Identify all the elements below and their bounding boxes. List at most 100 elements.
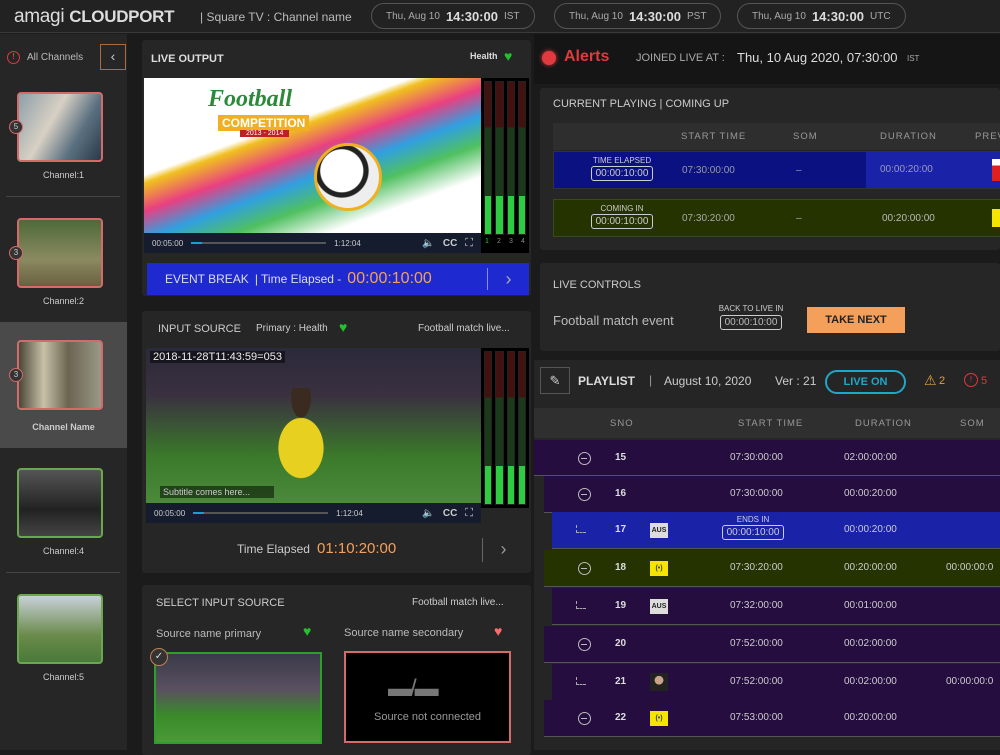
playlist-row[interactable]: 21 07:52:00:00 00:02:00:00 00:00:00:0	[552, 664, 1000, 701]
collapse-group-icon[interactable]	[578, 638, 591, 651]
row-sno: 21	[615, 676, 627, 687]
error-icon[interactable]: !	[964, 373, 978, 387]
input-video-player[interactable]: 2018-11-28T11:43:59=053 Subtitle comes h…	[146, 348, 481, 503]
column-header: START TIME	[738, 418, 804, 429]
video-overlay-years: 2013 - 2014	[240, 130, 290, 137]
collapse-group-icon[interactable]	[578, 562, 591, 575]
collapse-sidebar-button[interactable]: ‹	[100, 44, 126, 70]
preview-thumbnail	[992, 159, 1000, 181]
football-graphic	[314, 143, 382, 211]
alert-dot-icon	[542, 51, 556, 65]
live-on-toggle[interactable]: LIVE ON	[825, 370, 906, 394]
playlist-row[interactable]: 17 AUS ENDS IN 00:00:10:00 00:00:20:00	[552, 512, 1000, 549]
disconnected-plug-icon: ▬/▬	[388, 675, 439, 702]
seek-bar[interactable]	[193, 512, 329, 514]
column-header: PREV	[975, 131, 1000, 142]
column-header: START TIME	[681, 131, 747, 142]
clock-utc: Thu, Aug 10 14:30:00 UTC	[737, 3, 906, 29]
not-connected-text: Source not connected	[373, 711, 482, 723]
take-next-button[interactable]: TAKE NEXT	[807, 307, 905, 333]
joined-live-value: Thu, 10 Aug 2020, 07:30:00	[737, 50, 898, 65]
preview-thumbnail	[992, 209, 1000, 227]
channel-item-selected[interactable]: 3 Channel Name	[0, 322, 127, 448]
playlist-row[interactable]: 16 07:30:00:00 00:00:20:00	[544, 476, 1000, 513]
fullscreen-icon[interactable]: ⛶	[465, 507, 473, 520]
row-sno: 20	[615, 638, 627, 649]
row-duration: 02:00:00:00	[844, 452, 897, 463]
back-to-live: BACK TO LIVE IN 00:00:10:00	[718, 304, 784, 330]
cc-button[interactable]: CC	[443, 238, 457, 249]
secondary-source-thumbnail[interactable]: ▬/▬ Source not connected	[344, 651, 511, 743]
playlist-table-header: SNO START TIME DURATION SOM	[534, 408, 1000, 438]
health-heart-icon: ♥	[504, 48, 513, 64]
volume-icon[interactable]: 🔈	[422, 238, 434, 249]
collapse-group-icon[interactable]	[578, 712, 591, 725]
elapsed-label: | Time Elapsed -	[254, 272, 342, 286]
column-header: SNO	[610, 418, 634, 429]
seek-bar[interactable]	[191, 242, 327, 244]
player-figure	[256, 388, 346, 488]
current-playing-panel: CURRENT PLAYING | COMING UP START TIME S…	[540, 88, 1000, 250]
channel-item-1[interactable]: 5 Channel:1	[0, 82, 127, 208]
error-count: 5	[981, 375, 988, 387]
channel-item-4[interactable]: Channel:4	[0, 458, 127, 584]
duration-cell: 00:00:20:00	[866, 152, 1000, 188]
edit-pencil-button[interactable]: ✎	[540, 367, 570, 394]
elapsed-timer: 00:00:10:00	[347, 270, 432, 287]
volume-icon[interactable]: 🔈	[422, 508, 434, 519]
audio-meters	[481, 78, 529, 238]
panel-title: INPUT SOURCE	[158, 323, 241, 335]
next-arrow-button[interactable]: ›	[482, 538, 524, 562]
total-time: 1:12:04	[334, 238, 361, 248]
row-start-time: 07:53:00:00	[730, 712, 783, 723]
playlist-row[interactable]: 15 07:30:00:00 02:00:00:00	[534, 440, 1000, 476]
divider	[6, 196, 120, 197]
column-header: DURATION	[855, 418, 912, 429]
duration: 00:20:00:00	[882, 213, 935, 224]
aus-logo-thumbnail: AUS	[650, 599, 668, 614]
live-video-player[interactable]: Football COMPETITION 2013 - 2014	[144, 78, 481, 233]
channel-thumbnail	[17, 594, 103, 664]
fullscreen-icon[interactable]: ⛶	[465, 237, 473, 250]
all-channels-link[interactable]: All Channels	[27, 52, 83, 63]
event-label: EVENT BREAK	[165, 272, 249, 286]
next-arrow-button[interactable]: ›	[487, 268, 529, 290]
source-name: Football match live...	[418, 323, 510, 334]
alert-count-badge: 5	[9, 120, 23, 134]
cc-button[interactable]: CC	[443, 508, 457, 519]
warning-count: 2	[939, 375, 946, 387]
coming-up-row[interactable]: COMING IN 00:00:10:00 07:30:20:00 – 00:20…	[553, 199, 1000, 237]
current-time: 00:05:00	[152, 238, 184, 248]
audio-channel-labels: 1234	[481, 238, 529, 253]
child-item-icon	[576, 677, 586, 685]
row-sno: 22	[615, 712, 627, 723]
collapse-group-icon[interactable]	[578, 488, 591, 501]
playlist-row[interactable]: 22 (•) 07:53:00:00 00:20:00:00	[544, 700, 1000, 737]
panel-title: CURRENT PLAYING | COMING UP	[553, 98, 730, 110]
playlist-row[interactable]: 20 07:52:00:00 00:02:00:00	[544, 626, 1000, 663]
row-start-time: 07:30:20:00	[730, 562, 783, 573]
playlist-date: August 10, 2020	[664, 374, 752, 388]
joined-live-zone: IST	[907, 54, 920, 63]
row-duration: 00:02:00:00	[844, 638, 897, 649]
alerts-link[interactable]: Alerts	[564, 48, 609, 66]
row-duration: 00:20:00:00	[844, 562, 897, 573]
channel-item-2[interactable]: 3 Channel:2	[0, 208, 127, 334]
child-item-icon	[576, 525, 586, 533]
channel-thumbnail: 3	[9, 218, 103, 288]
primary-source-thumbnail[interactable]	[154, 652, 322, 744]
playlist-row[interactable]: 19 AUS 07:32:00:00 00:01:00:00	[552, 588, 1000, 625]
playlist-row[interactable]: 18 (•) 07:30:20:00 00:20:00:00 00:00:00:0	[544, 550, 1000, 587]
current-playing-row[interactable]: TIME ELAPSED 00:00:10:00 07:30:00:00 – 00…	[553, 151, 1000, 189]
panel-title: LIVE CONTROLS	[553, 279, 642, 291]
secondary-source-label: Source name secondary	[344, 627, 464, 639]
collapse-group-icon[interactable]	[578, 452, 591, 465]
channel-thumbnail: 5	[9, 92, 103, 162]
alert-count-badge: 3	[9, 368, 23, 382]
row-duration: 00:00:20:00	[844, 524, 897, 535]
channel-item-5[interactable]: Channel:5	[0, 584, 127, 710]
warning-icon[interactable]: ⚠	[924, 372, 937, 389]
aus-logo-thumbnail: AUS	[650, 523, 668, 538]
health-heart-icon: ♥	[303, 623, 312, 639]
row-start-time: 07:30:00:00	[730, 452, 783, 463]
